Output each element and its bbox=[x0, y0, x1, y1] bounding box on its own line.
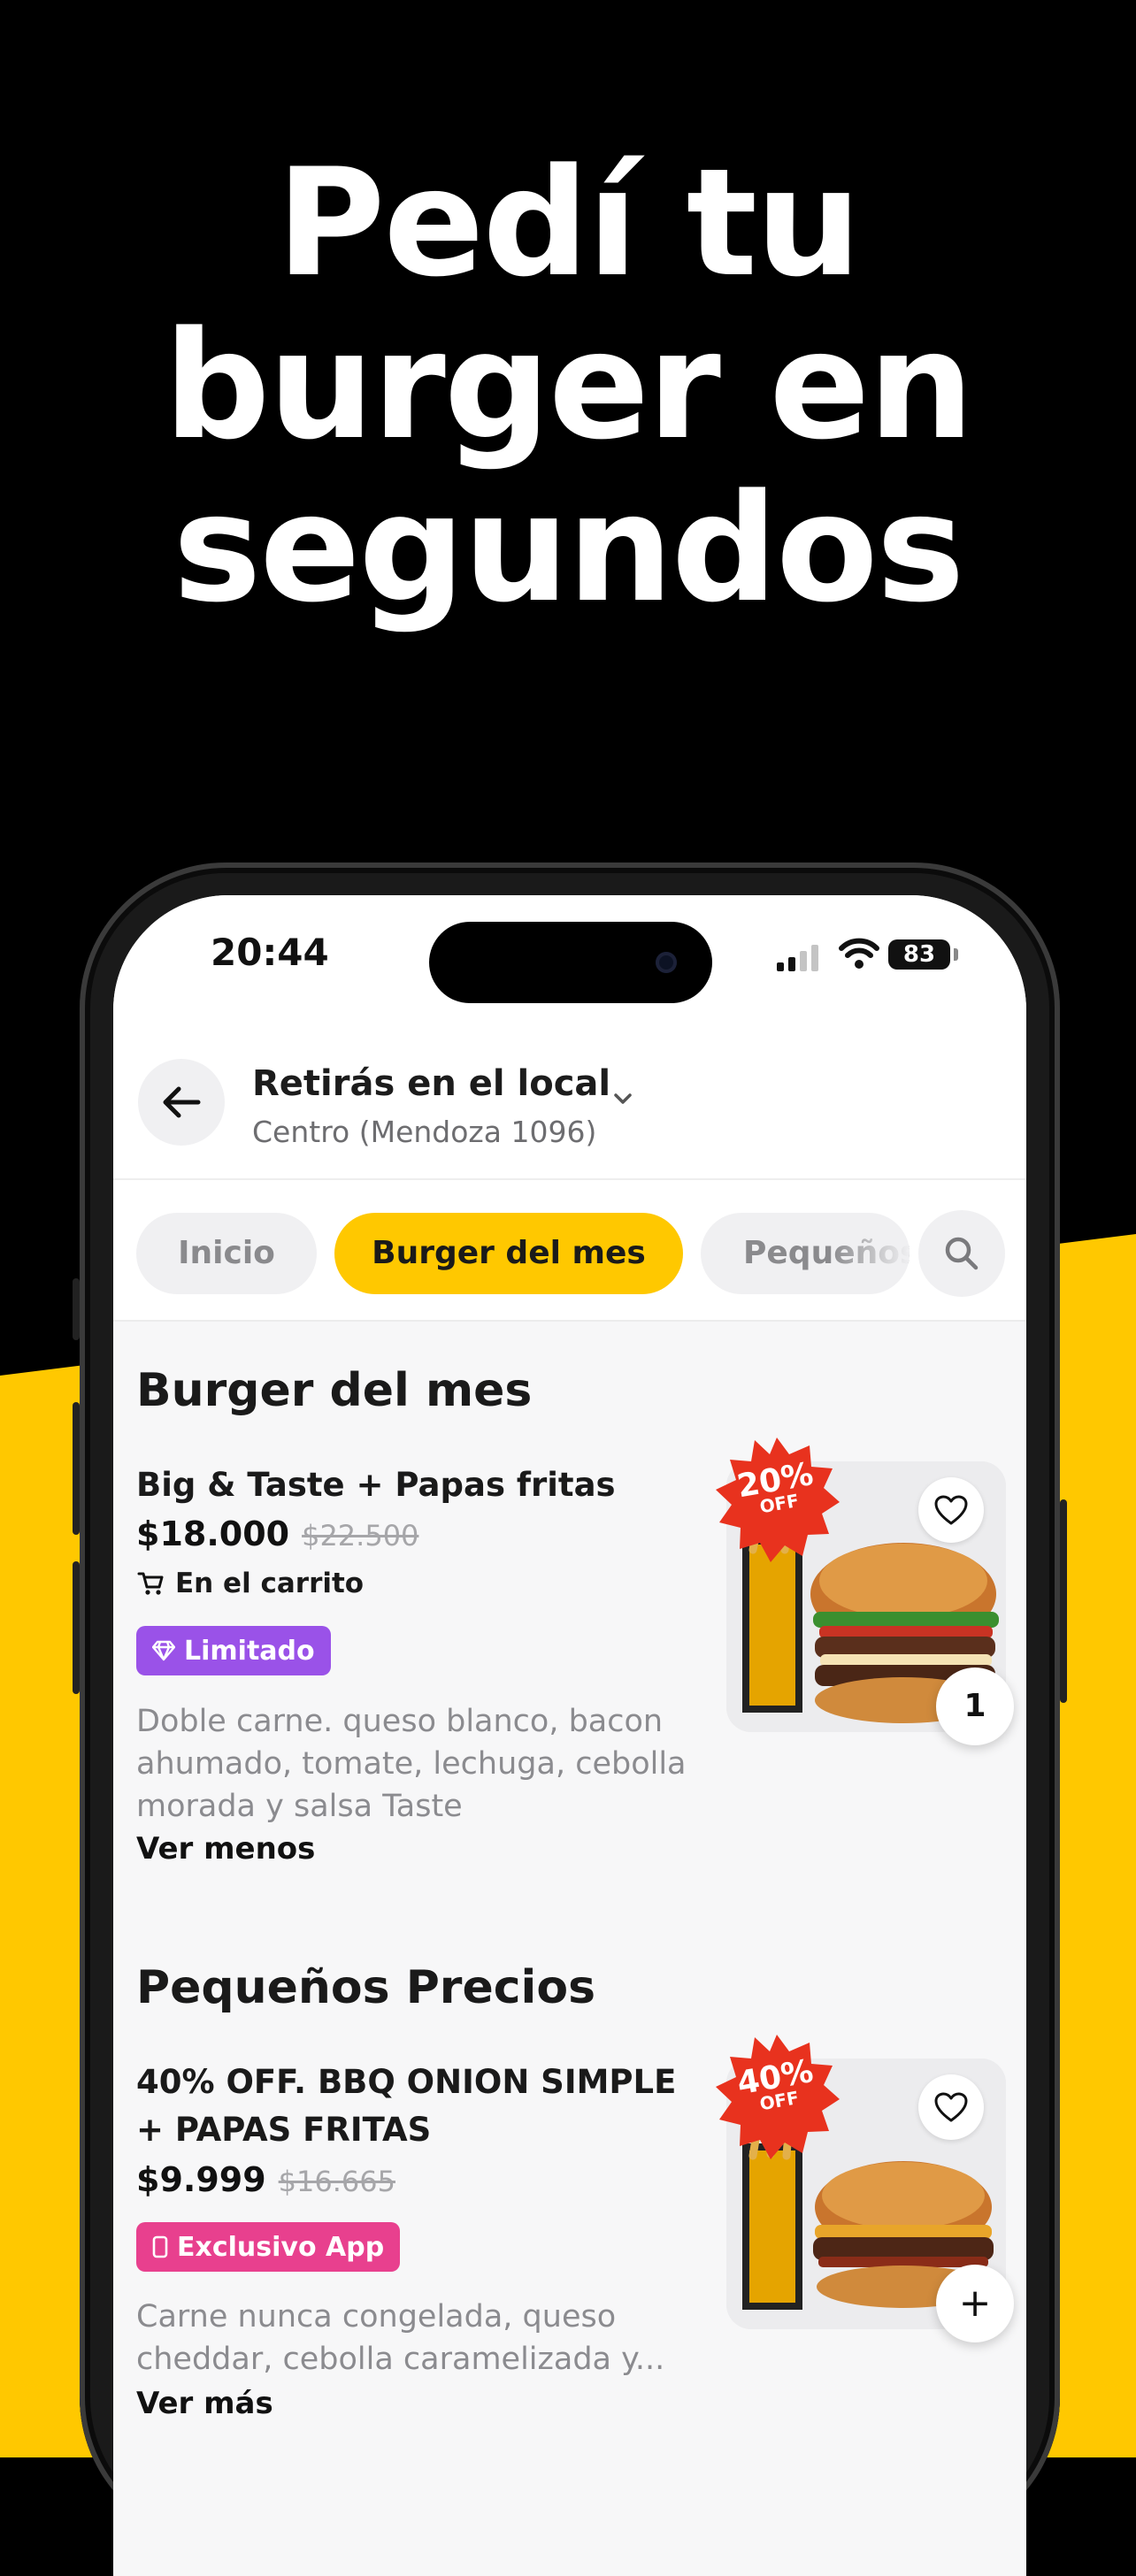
tab-pequenos[interactable]: Pequeños bbox=[701, 1213, 910, 1294]
headline-line-2: burger en bbox=[164, 299, 974, 472]
current-price: $18.000 bbox=[136, 1514, 290, 1553]
wifi-icon bbox=[839, 938, 879, 969]
tab-inicio[interactable]: Inicio bbox=[136, 1213, 317, 1294]
in-cart-label: En el carrito bbox=[175, 1568, 365, 1599]
phone-icon bbox=[152, 2235, 168, 2258]
status-time: 20:44 bbox=[211, 931, 329, 974]
favorite-button[interactable] bbox=[918, 1477, 984, 1543]
pickup-mode-title[interactable]: Retirás en el local bbox=[252, 1063, 610, 1104]
phone-frame: 20:44 83 Retirás en el local Centro (Men… bbox=[73, 862, 1067, 2576]
arrow-left-icon bbox=[163, 1086, 201, 1118]
quantity-counter[interactable]: 1 bbox=[936, 1668, 1014, 1745]
phone-volume-up-button bbox=[73, 1402, 80, 1535]
product-description: Doble carne. queso blanco, bacon ahumado… bbox=[136, 1704, 687, 1824]
status-bar: 20:44 83 bbox=[113, 895, 1026, 1028]
product-name[interactable]: Big & Taste + Papas fritas bbox=[136, 1461, 711, 1509]
limited-badge: Limitado bbox=[136, 1626, 331, 1675]
product-price: $18.000 $22.500 bbox=[136, 1514, 418, 1553]
exclusive-app-label: Exclusivo App bbox=[177, 2231, 385, 2263]
ver-menos-link[interactable]: Ver menos bbox=[136, 1831, 315, 1867]
battery-tip bbox=[954, 948, 958, 961]
phone-screen: 20:44 83 Retirás en el local Centro (Men… bbox=[113, 895, 1026, 2576]
category-tabs: Inicio Burger del mes Pequeños bbox=[113, 1180, 1026, 1322]
current-price: $9.999 bbox=[136, 2160, 266, 2199]
search-button[interactable] bbox=[918, 1210, 1005, 1297]
product-price: $9.999 $16.665 bbox=[136, 2160, 395, 2199]
headline-line-1: Pedí tu bbox=[276, 136, 861, 310]
phone-power-button bbox=[1060, 1499, 1067, 1703]
heart-icon bbox=[934, 1495, 968, 1525]
section-title-burger-del-mes: Burger del mes bbox=[136, 1364, 533, 1417]
search-icon bbox=[945, 1237, 979, 1270]
in-cart-indicator: En el carrito bbox=[136, 1568, 364, 1599]
back-button[interactable] bbox=[138, 1059, 225, 1146]
original-price: $16.665 bbox=[278, 2165, 395, 2198]
cellular-signal-icon bbox=[777, 945, 818, 971]
diamond-icon bbox=[152, 1640, 175, 1661]
discount-badge: 40% OFF bbox=[710, 2030, 843, 2163]
camera-icon bbox=[656, 952, 677, 973]
chevron-down-icon[interactable] bbox=[610, 1090, 635, 1108]
product-description: Carne nunca congelada, queso cheddar, ce… bbox=[136, 2299, 665, 2377]
phone-volume-down-button bbox=[73, 1561, 80, 1694]
favorite-button[interactable] bbox=[918, 2074, 984, 2140]
dynamic-island bbox=[429, 922, 712, 1003]
original-price: $22.500 bbox=[302, 1519, 419, 1552]
limited-badge-label: Limitado bbox=[184, 1635, 315, 1667]
add-to-cart-button[interactable]: + bbox=[936, 2265, 1014, 2342]
pickup-header: Retirás en el local Centro (Mendoza 1096… bbox=[113, 1028, 1026, 1180]
tab-fade-overlay bbox=[830, 1213, 910, 1294]
section-title-pequenos-precios: Pequeños Precios bbox=[136, 1961, 596, 2014]
product-name[interactable]: 40% OFF. BBQ ONION SIMPLE + PAPAS FRITAS bbox=[136, 2058, 711, 2154]
heart-icon bbox=[934, 2092, 968, 2122]
phone-action-button bbox=[73, 1278, 80, 1340]
battery-indicator: 83 bbox=[888, 939, 950, 970]
headline-line-3: segundos bbox=[173, 462, 964, 635]
store-location[interactable]: Centro (Mendoza 1096) bbox=[252, 1115, 596, 1149]
tab-burger-del-mes[interactable]: Burger del mes bbox=[334, 1213, 683, 1294]
cart-icon bbox=[137, 1572, 164, 1595]
ver-mas-link[interactable]: Ver más bbox=[136, 2386, 273, 2421]
promo-headline: Pedí tu burger en segundos bbox=[0, 142, 1136, 630]
discount-badge: 20% OFF bbox=[710, 1433, 843, 1566]
exclusive-app-badge: Exclusivo App bbox=[136, 2222, 401, 2272]
